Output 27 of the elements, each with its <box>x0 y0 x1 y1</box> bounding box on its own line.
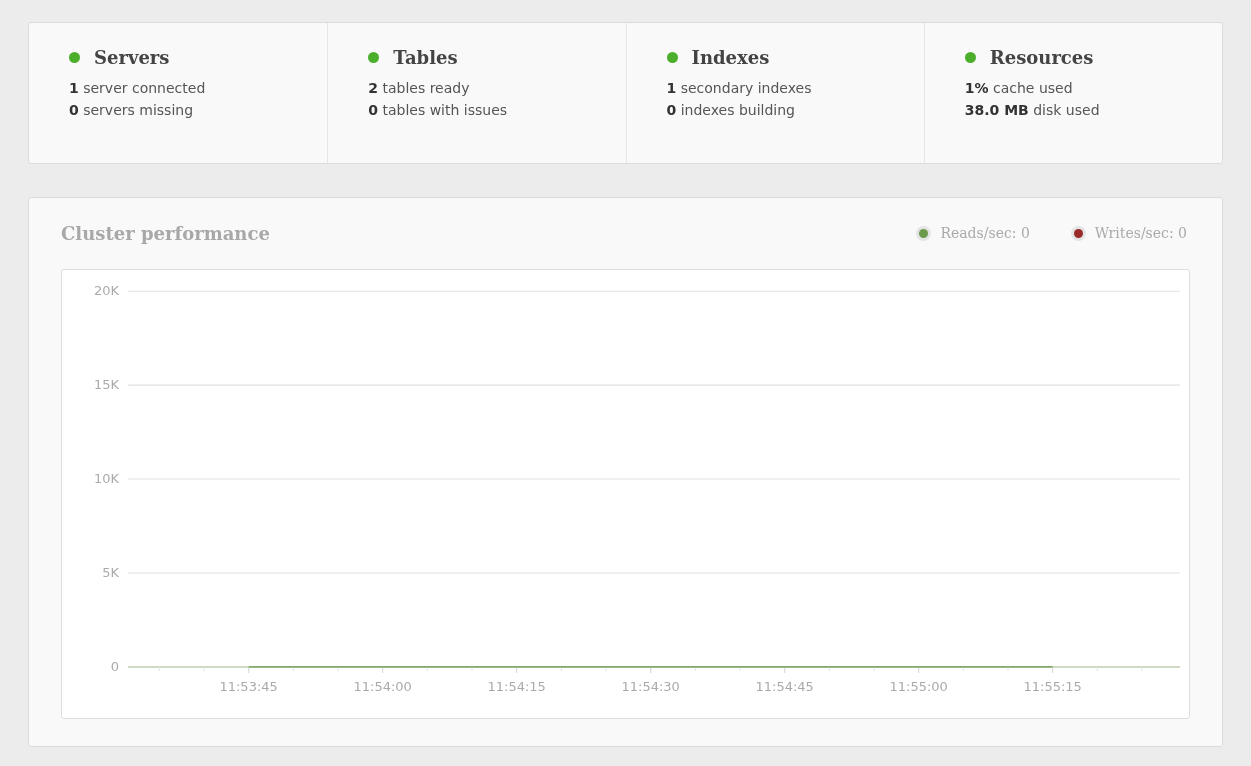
stat-line: 0 servers missing <box>69 101 195 120</box>
stat-line: 0 tables with issues <box>368 101 509 120</box>
x-tick-label: 11:54:45 <box>755 678 814 694</box>
y-tick-label: 5K <box>102 564 120 580</box>
x-tick-label: 11:55:15 <box>1023 678 1082 694</box>
legend-label: Reads/sec: 0 <box>940 225 1030 242</box>
stat-line: 1 server connected <box>69 79 207 98</box>
legend-label: Writes/sec: 0 <box>1094 225 1187 242</box>
x-tick-label: 11:55:00 <box>889 678 948 694</box>
stat-line: 1 secondary indexes <box>666 79 813 98</box>
x-tick-label: 11:54:15 <box>487 678 546 694</box>
x-tick-label: 11:54:00 <box>353 678 412 694</box>
y-tick-label: 20K <box>94 282 120 298</box>
x-tick-label: 11:53:45 <box>219 678 278 694</box>
stat-line: 0 indexes building <box>666 101 796 120</box>
y-tick-label: 10K <box>94 470 120 486</box>
x-tick-label: 11:54:30 <box>621 678 680 694</box>
stat-line: 38.0 MB disk used <box>964 101 1101 120</box>
card-title: Servers <box>94 47 170 68</box>
panel-title: Cluster performance <box>61 222 270 244</box>
stat-line: 1% cache used <box>964 79 1074 98</box>
y-tick-label: 0 <box>110 658 120 674</box>
stat-line: 2 tables ready <box>368 79 471 98</box>
y-tick-label: 15K <box>94 376 120 392</box>
card-title: Resources <box>989 47 1094 68</box>
card-title: Tables <box>393 47 458 68</box>
card-title: Indexes <box>691 47 770 68</box>
